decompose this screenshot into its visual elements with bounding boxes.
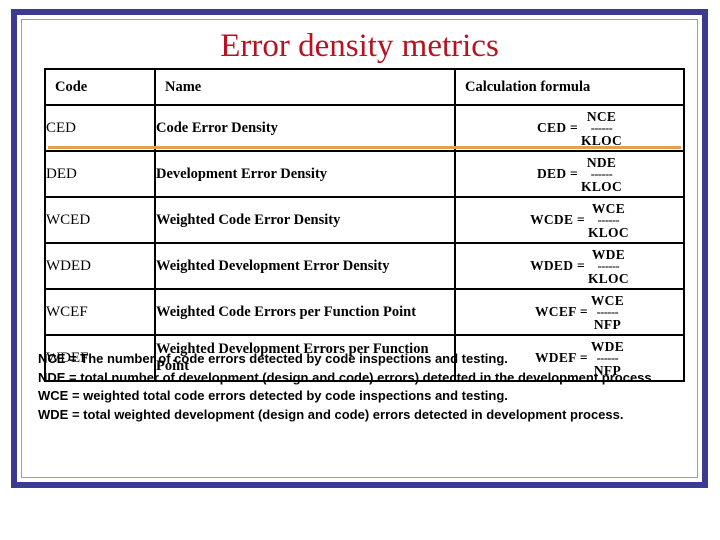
column-header-formula: Calculation formula	[454, 68, 685, 106]
cell-name: Weighted Code Errors per Function Point	[154, 288, 456, 336]
slide-inner-border: Error density metrics Code Name Calculat…	[21, 19, 698, 478]
formula-bar: ------	[597, 215, 620, 225]
formula-denominator: NFP	[593, 316, 622, 332]
footnote-line: NDE = total number of development (desig…	[38, 369, 656, 385]
cell-name: Development Error Density	[154, 150, 456, 198]
formula-left-side: WCEF =	[534, 304, 588, 320]
formula-expression: WDED = WDE ------ KLOC	[530, 247, 629, 286]
column-header-formula-label: Calculation formula	[465, 78, 591, 95]
table-row: WDED Weighted Development Error Density WD…	[44, 242, 685, 290]
formula-fraction: WCE ------ NFP	[591, 293, 624, 332]
formula-left-side: WDED =	[530, 258, 585, 274]
formula-left-side: DED =	[536, 166, 579, 182]
formula-denominator: KLOC	[587, 270, 629, 286]
formula-fraction: WDE ------ KLOC	[588, 247, 629, 286]
formula-bar: ------	[590, 123, 613, 133]
formula-expression: CED = NCE ------ KLOC	[537, 109, 622, 148]
cell-code: DED	[44, 150, 156, 198]
cell-formula: CED = NCE ------ KLOC	[454, 104, 685, 152]
error-density-metrics-table: Code Name Calculation formula CED Code Er…	[44, 68, 685, 382]
column-header-code: Code	[44, 68, 156, 106]
formula-expression: WCEF = WCE ------ NFP	[535, 293, 624, 332]
table-header: Code Name Calculation formula	[44, 68, 685, 106]
formula-numerator: NDE	[586, 154, 617, 170]
footnote-line: WDE = total weighted development (design…	[38, 406, 624, 422]
formula-left-side: CED =	[536, 120, 579, 136]
cell-formula: WCDE = WCE ------ KLOC	[454, 196, 685, 244]
formula-numerator: WCE	[590, 292, 625, 308]
cell-name: Weighted Development Error Density	[154, 242, 456, 290]
table-row: WCEF Weighted Code Errors per Function Po…	[44, 288, 685, 336]
footnote-line: NCE = The number of code errors detected…	[38, 351, 508, 366]
cell-formula: WDED = WDE ------ KLOC	[454, 242, 685, 290]
formula-expression: DED = NDE ------ KLOC	[537, 155, 622, 194]
column-header-name: Name	[154, 68, 456, 106]
formula-denominator: KLOC	[587, 224, 629, 240]
cell-name: Code Error Density	[154, 104, 456, 152]
formula-bar: ------	[597, 261, 620, 271]
footnote-line: WCE = weighted total code errors detecte…	[38, 388, 508, 403]
formula-denominator: KLOC	[581, 178, 623, 194]
cell-code: WCED	[44, 196, 156, 244]
table-row: WCED Weighted Code Error Density WCDE = WCE…	[44, 196, 685, 244]
formula-fraction: NCE ------ KLOC	[581, 109, 622, 148]
table-header-row: Code Name Calculation formula	[44, 68, 685, 106]
column-header-name-label: Name	[165, 78, 202, 95]
formula-numerator: NCE	[586, 108, 617, 124]
cell-code: CED	[44, 104, 156, 152]
cell-formula: DED = NDE ------ KLOC	[454, 150, 685, 198]
formula-expression: WCDE = WCE ------ KLOC	[530, 201, 629, 240]
column-header-code-label: Code	[55, 78, 88, 95]
formula-left-side: WCDE =	[530, 212, 585, 228]
cell-code: WCEF	[44, 288, 156, 336]
cell-code: WDED	[44, 242, 156, 290]
cell-formula: WCEF = WCE ------ NFP	[454, 288, 685, 336]
page-title: Error density metrics	[220, 28, 499, 64]
table-row: DED Development Error Density DED = NDE ----…	[44, 150, 685, 198]
formula-bar: ------	[596, 307, 619, 317]
formula-fraction: WCE ------ KLOC	[588, 201, 629, 240]
formula-numerator: WDE	[591, 246, 626, 262]
formula-numerator: WCE	[591, 200, 626, 216]
formula-bar: ------	[590, 169, 613, 179]
cell-name: Weighted Code Error Density	[154, 196, 456, 244]
slide-frame: Error density metrics Code Name Calculat…	[11, 9, 708, 488]
row-highlight-rule	[48, 146, 681, 149]
table-row: CED Code Error Density CED = NCE ------ KLOC	[44, 104, 685, 152]
footnote-legend: NCE = The number of code errors detected…	[38, 350, 690, 424]
formula-fraction: NDE ------ KLOC	[581, 155, 622, 194]
